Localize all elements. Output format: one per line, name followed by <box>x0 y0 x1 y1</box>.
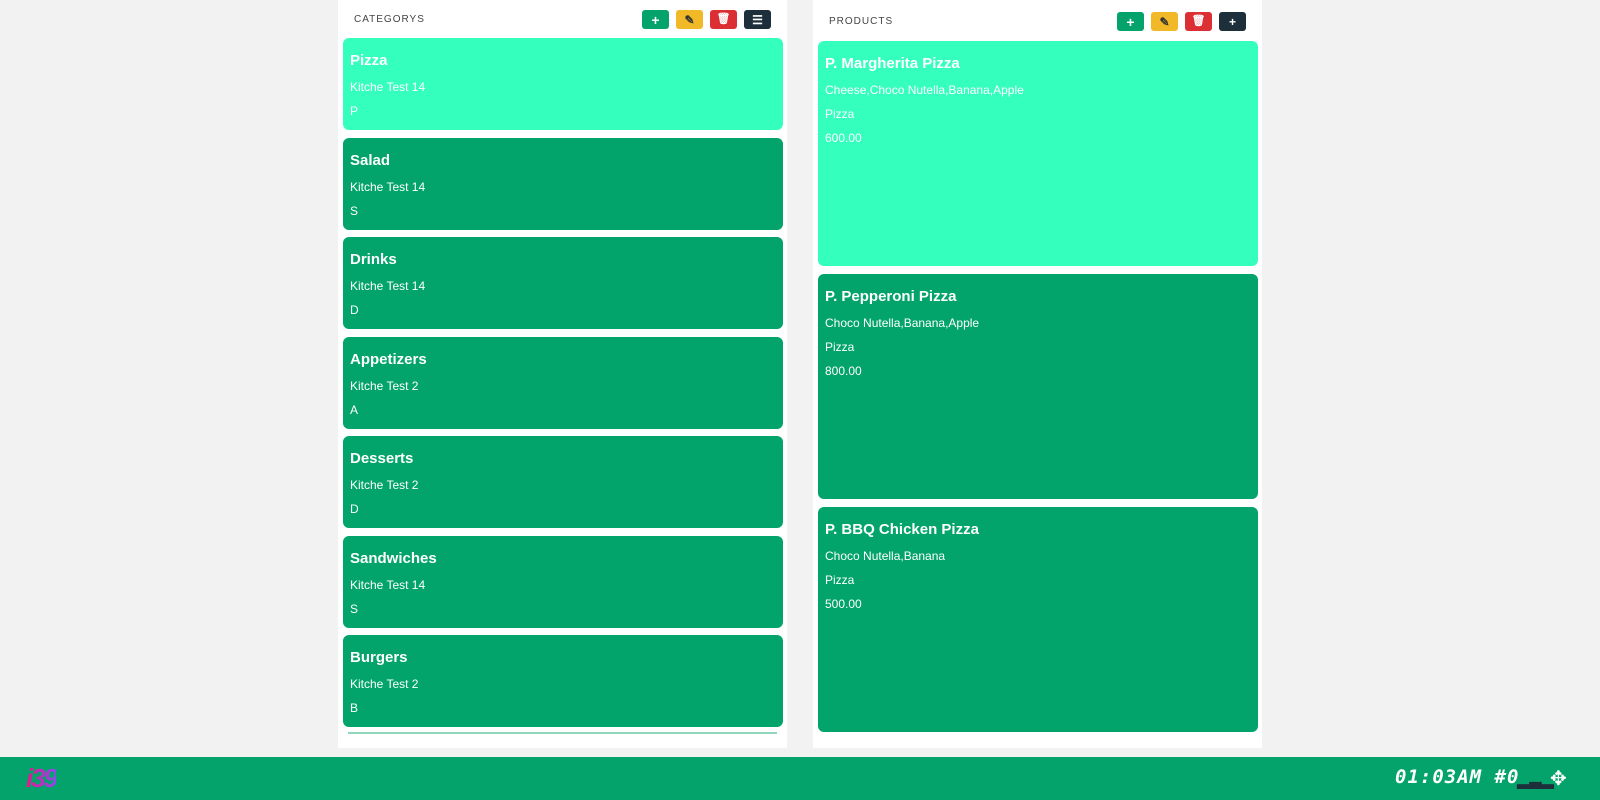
products-title: PRODUCTS <box>829 16 894 27</box>
add-product-button[interactable]: + <box>1117 12 1144 31</box>
product-price: 500.00 <box>825 597 862 611</box>
delete-category-button[interactable]: 🗑 <box>710 10 737 29</box>
product-name: P. Margherita Pizza <box>825 55 960 72</box>
category-name: Appetizers <box>350 350 427 368</box>
product-card[interactable]: P. Margherita Pizza Cheese,Choco Nutella,… <box>818 41 1258 266</box>
product-category: Pizza <box>825 573 855 587</box>
category-name: Burgers <box>350 649 408 666</box>
category-kitchen: Kitche Test 14 <box>350 179 426 194</box>
category-card[interactable]: Burgers Kitche Test 2 B <box>343 635 783 727</box>
category-kitchen: Kitche Test 14 <box>350 577 426 592</box>
move-icon[interactable]: ✥ <box>1550 766 1567 791</box>
category-name: Pizza <box>350 52 388 69</box>
product-ingredients: Choco Nutella,Banana,Apple <box>825 316 980 330</box>
category-name: Salad <box>350 151 391 169</box>
more-product-button[interactable]: + <box>1219 12 1246 31</box>
clock: 01:03AM #0 <box>1395 766 1520 788</box>
product-card[interactable]: P. BBQ Chicken Pizza Choco Nutella,Banana… <box>818 507 1258 732</box>
edit-category-button[interactable]: ✎ <box>676 10 703 29</box>
category-card[interactable]: Desserts Kitche Test 2 D <box>343 436 783 528</box>
categories-panel: CATEGORYS + ✎ 🗑 ☰ Pizza Kitche Test 14 P Sa… <box>338 0 787 748</box>
delete-product-button[interactable]: 🗑 <box>1185 12 1212 31</box>
category-code: D <box>350 502 359 516</box>
category-code: S <box>350 601 359 616</box>
edit-product-button[interactable]: ✎ <box>1151 12 1178 31</box>
product-category: Pizza <box>825 107 855 121</box>
category-card[interactable]: Drinks Kitche Test 14 D <box>343 237 783 329</box>
product-name: P. BBQ Chicken Pizza <box>825 521 979 538</box>
category-kitchen: Kitche Test 2 <box>350 478 419 492</box>
category-name: Drinks <box>350 251 397 268</box>
category-kitchen: Kitche Test 14 <box>350 80 426 94</box>
category-name: Desserts <box>350 450 414 467</box>
category-code: A <box>350 402 359 417</box>
product-price: 600.00 <box>825 131 862 145</box>
category-name: Sandwiches <box>350 549 437 567</box>
category-code: B <box>350 701 359 715</box>
category-card[interactable]: Sandwiches Kitche Test 14 S <box>343 535 783 628</box>
category-card[interactable]: Pizza Kitche Test 14 P <box>343 38 783 130</box>
products-panel: PRODUCTS + ✎ 🗑 + P. Margherita Pizza Chee… <box>813 0 1262 748</box>
list-categories-button[interactable]: ☰ <box>744 10 771 29</box>
categories-title: CATEGORYS <box>354 14 425 25</box>
logo: i39 <box>26 763 58 793</box>
category-card[interactable]: Appetizers Kitche Test 2 A <box>343 336 783 429</box>
category-code: P <box>350 104 359 118</box>
category-kitchen: Kitche Test 14 <box>350 279 426 293</box>
footer-bar: i39 01:03AM #0 ▂▃▂ ✥ <box>0 757 1600 800</box>
category-code: S <box>350 203 359 218</box>
product-card[interactable]: P. Pepperoni Pizza Choco Nutella,Banana,A… <box>818 274 1258 499</box>
category-card[interactable]: Salad Kitche Test 14 S <box>343 137 783 230</box>
scroll-indicator[interactable] <box>348 732 777 734</box>
category-kitchen: Kitche Test 2 <box>350 378 419 393</box>
router-icon[interactable]: ▂▃▂ <box>1517 770 1554 790</box>
category-code: D <box>350 303 359 317</box>
product-category: Pizza <box>825 340 855 354</box>
product-ingredients: Choco Nutella,Banana <box>825 549 946 563</box>
add-category-button[interactable]: + <box>642 10 669 29</box>
product-name: P. Pepperoni Pizza <box>825 288 957 305</box>
category-kitchen: Kitche Test 2 <box>350 677 419 691</box>
product-price: 800.00 <box>825 364 862 378</box>
product-ingredients: Cheese,Choco Nutella,Banana,Apple <box>825 83 1024 97</box>
